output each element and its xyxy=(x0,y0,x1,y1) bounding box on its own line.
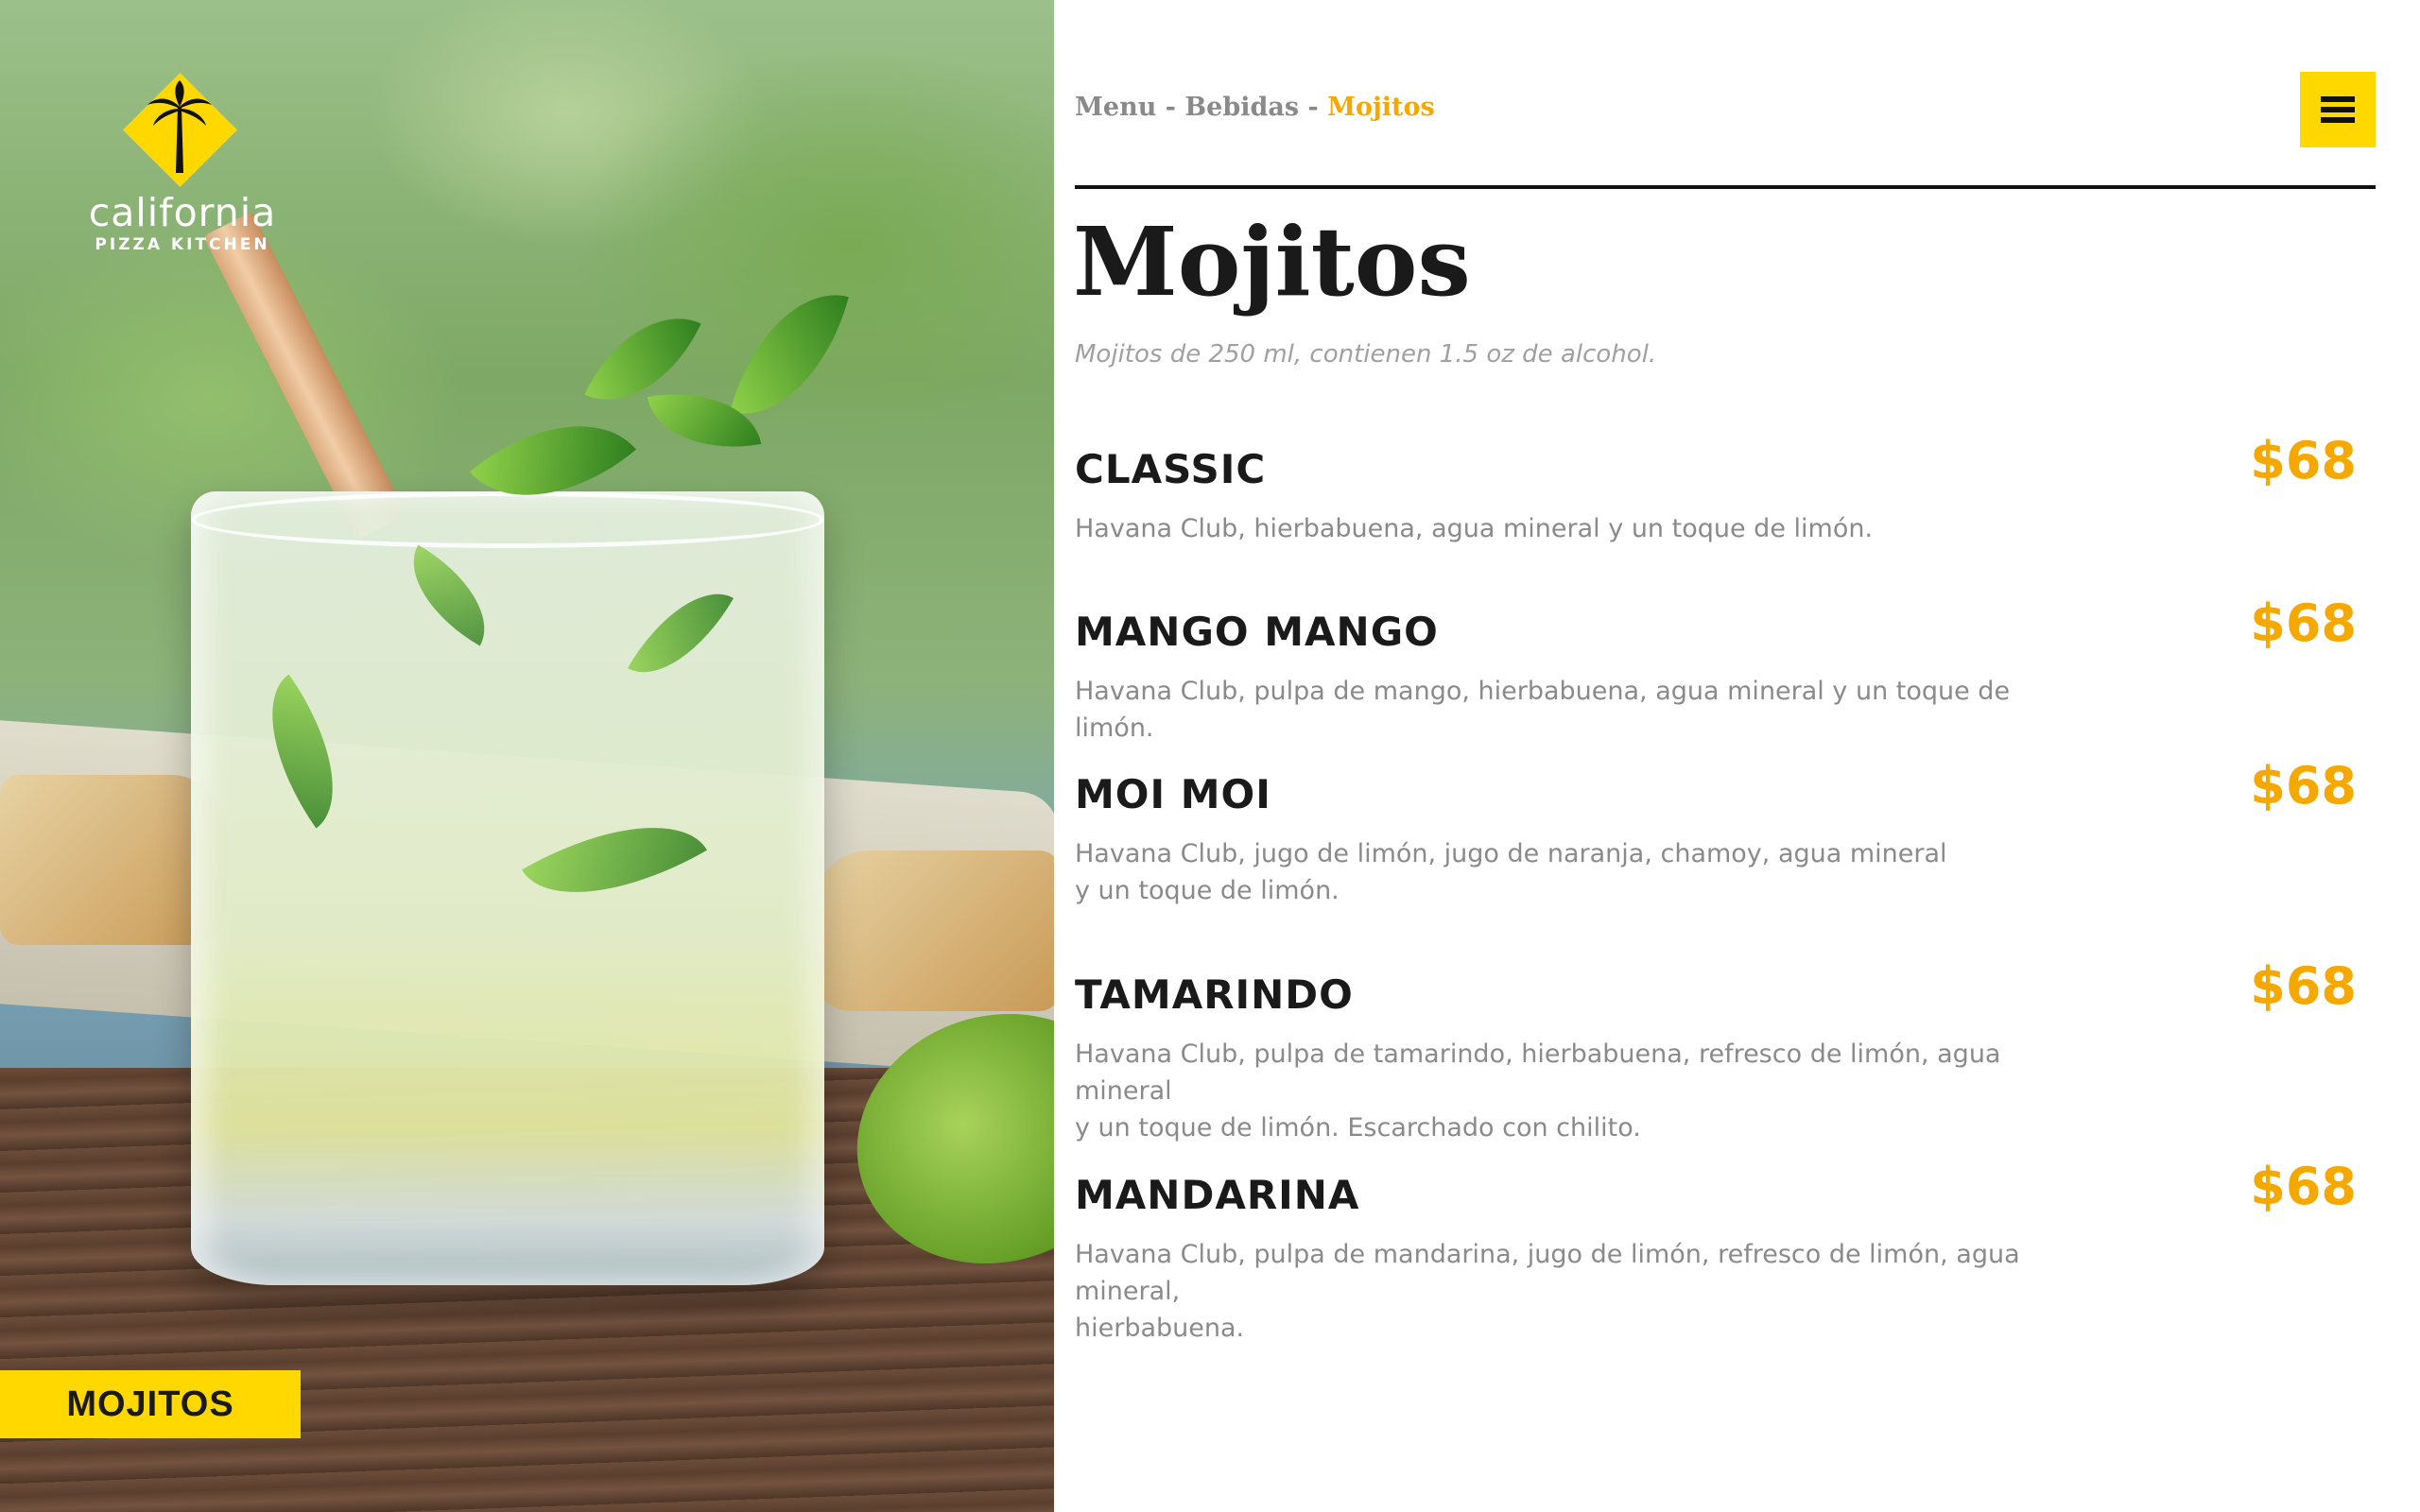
item-description: Havana Club, pulpa de mandarina, jugo de… xyxy=(1075,1236,2096,1347)
page-title: Mojitos xyxy=(1073,206,1471,318)
breadcrumb-link-bebidas[interactable]: Bebidas xyxy=(1184,93,1299,122)
brand-name: california xyxy=(88,190,277,235)
palm-tree-logo-icon xyxy=(123,73,237,187)
item-name: MANGO MANGO xyxy=(1075,609,1439,655)
mint-leaf xyxy=(730,274,849,435)
item-price: $68 xyxy=(2250,593,2357,653)
item-description-line: Havana Club, pulpa de mandarina, jugo de… xyxy=(1075,1240,2020,1307)
item-description-line: Havana Club, jugo de limón, jugo de nara… xyxy=(1075,839,1947,869)
breadcrumb-separator: - xyxy=(1299,93,1328,122)
brand-logo[interactable]: california PIZZA KITCHEN xyxy=(74,71,291,269)
item-price: $68 xyxy=(2250,756,2357,816)
item-description: Havana Club, pulpa de mango, hierbabuena… xyxy=(1075,673,2096,747)
glass-rim xyxy=(191,491,824,548)
item-description: Havana Club, pulpa de tamarindo, hierbab… xyxy=(1075,1036,2096,1146)
item-description-line: Havana Club, pulpa de mango, hierbabuena… xyxy=(1075,677,2011,744)
item-description: Havana Club, jugo de limón, jugo de nara… xyxy=(1075,835,2096,909)
quesadilla-image xyxy=(813,850,1054,1011)
hamburger-menu-icon xyxy=(2321,96,2355,123)
section-tag: MOJITOS xyxy=(0,1370,301,1438)
item-name: MANDARINA xyxy=(1075,1172,1360,1218)
breadcrumb-current: Mojitos xyxy=(1327,93,1435,122)
menu-item[interactable]: MANGO MANGO Havana Club, pulpa de mango,… xyxy=(1075,593,2376,747)
menu-content: Menu - Bebidas - Mojitos Mojitos Mojitos… xyxy=(1054,0,2420,1512)
item-price: $68 xyxy=(2250,1157,2357,1216)
item-description: Havana Club, hierbabuena, agua mineral y… xyxy=(1075,510,2096,547)
item-name: TAMARINDO xyxy=(1075,971,1354,1018)
breadcrumb-link-menu[interactable]: Menu xyxy=(1075,93,1156,122)
item-price: $68 xyxy=(2250,956,2357,1016)
item-description-line: y un toque de limón. Escarchado con chil… xyxy=(1075,1113,1641,1143)
hero-photo: california PIZZA KITCHEN MOJITOS xyxy=(0,0,1054,1512)
menu-item[interactable]: CLASSIC Havana Club, hierbabuena, agua m… xyxy=(1075,431,2376,547)
breadcrumb: Menu - Bebidas - Mojitos xyxy=(1075,93,1435,122)
item-description-line: y un toque de limón. xyxy=(1075,876,1340,906)
brand-subname: PIZZA KITCHEN xyxy=(95,235,270,254)
item-description-line: Havana Club, hierbabuena, agua mineral y… xyxy=(1075,514,1874,544)
item-name: CLASSIC xyxy=(1075,446,1267,492)
hamburger-menu-button[interactable] xyxy=(2300,72,2376,147)
item-description-line: Havana Club, pulpa de tamarindo, hierbab… xyxy=(1075,1040,2001,1107)
page-subtitle: Mojitos de 250 ml, contienen 1.5 oz de a… xyxy=(1075,340,1657,369)
menu-item[interactable]: TAMARINDO Havana Club, pulpa de tamarind… xyxy=(1075,956,2376,1146)
mojito-glass-image xyxy=(191,491,824,1285)
item-price: $68 xyxy=(2250,431,2357,490)
menu-item[interactable]: MANDARINA Havana Club, pulpa de mandarin… xyxy=(1075,1157,2376,1347)
item-name: MOI MOI xyxy=(1075,771,1271,817)
item-description-line: hierbabuena. xyxy=(1075,1314,1245,1344)
breadcrumb-separator: - xyxy=(1156,93,1185,122)
header-divider xyxy=(1075,185,2376,189)
menu-item[interactable]: MOI MOI Havana Club, jugo de limón, jugo… xyxy=(1075,756,2376,909)
